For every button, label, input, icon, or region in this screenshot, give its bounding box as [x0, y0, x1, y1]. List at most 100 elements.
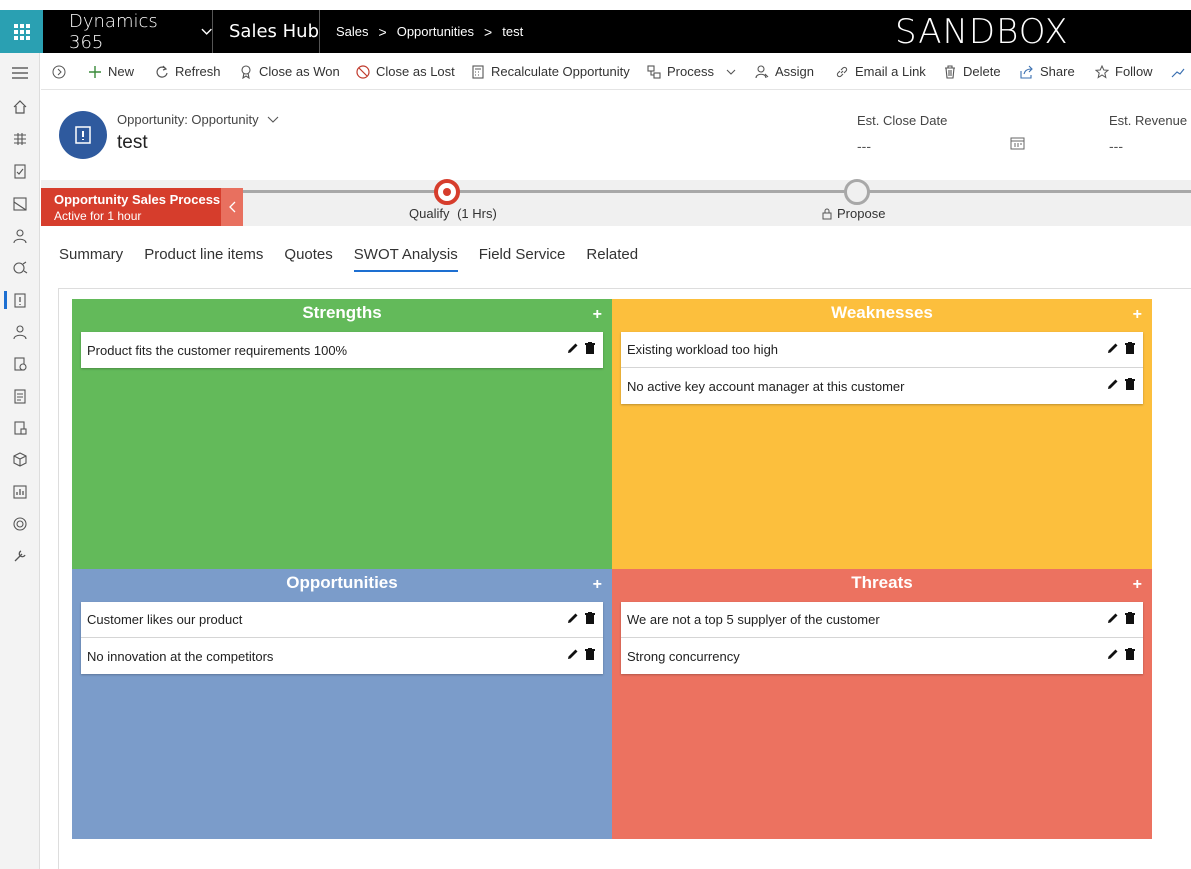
- new-button-label: New: [108, 64, 135, 79]
- email-a-link-button[interactable]: Email a Link: [835, 53, 926, 90]
- delete-icon[interactable]: [585, 648, 595, 660]
- edit-icon[interactable]: [1107, 342, 1119, 354]
- delete-icon[interactable]: [585, 342, 595, 354]
- delete-button[interactable]: Delete: [943, 53, 1001, 90]
- environment-label: SANDBOX: [895, 11, 1069, 52]
- tab-quotes[interactable]: Quotes: [284, 246, 332, 270]
- item-text: Existing workload too high: [627, 342, 779, 357]
- accounts-icon[interactable]: [10, 258, 30, 278]
- module-name[interactable]: Sales Hub: [214, 10, 320, 53]
- item-text: Product fits the customer requirements 1…: [87, 342, 348, 358]
- settings-icon[interactable]: [10, 546, 30, 566]
- process-flyout[interactable]: Opportunity Sales Process Active for 1 h…: [41, 188, 221, 226]
- delete-icon[interactable]: [585, 612, 595, 624]
- breadcrumb-item-sales[interactable]: Sales: [336, 24, 369, 39]
- overflow-flow-button[interactable]: [1171, 53, 1191, 90]
- follow-button[interactable]: Follow: [1095, 53, 1153, 90]
- close-as-lost-button[interactable]: Close as Lost: [356, 53, 455, 90]
- tab-related[interactable]: Related: [586, 246, 638, 270]
- calendar-icon[interactable]: [1010, 136, 1025, 150]
- process-button-label: Process: [667, 64, 714, 79]
- invoices-icon[interactable]: [10, 418, 30, 438]
- stage-qualify-marker[interactable]: [434, 179, 460, 205]
- app-launcher-button[interactable]: [0, 10, 43, 53]
- item-actions: [567, 612, 595, 624]
- chevron-left-icon: [229, 201, 236, 213]
- add-weakness-button[interactable]: +: [1133, 307, 1142, 323]
- chevron-down-icon: [726, 69, 736, 75]
- process-status: Active for 1 hour: [54, 209, 142, 223]
- item-actions: [567, 648, 595, 660]
- edit-icon[interactable]: [1107, 612, 1119, 624]
- edit-icon[interactable]: [1107, 378, 1119, 390]
- item-text: Customer likes our product: [87, 612, 243, 627]
- award-icon: [241, 64, 251, 79]
- delete-icon[interactable]: [1125, 342, 1135, 354]
- hamburger-menu-icon[interactable]: [10, 63, 30, 83]
- process-button[interactable]: Process: [647, 53, 742, 90]
- waffle-icon: [13, 23, 30, 40]
- tab-summary[interactable]: Summary: [59, 246, 123, 270]
- weaknesses-quadrant: Weaknesses + Existing workload too high …: [612, 299, 1152, 569]
- activities-icon[interactable]: [10, 161, 30, 181]
- edit-icon[interactable]: [1107, 648, 1119, 660]
- list-item: Product fits the customer requirements 1…: [81, 332, 603, 368]
- command-bar: New Refresh Close as Won Close as Lost R…: [41, 53, 1191, 90]
- tab-swot-analysis[interactable]: SWOT Analysis: [353, 246, 458, 272]
- process-collapse-button[interactable]: [221, 188, 243, 226]
- new-button[interactable]: New: [88, 53, 134, 90]
- edit-icon[interactable]: [567, 648, 579, 660]
- est-close-date-value[interactable]: ---: [857, 138, 871, 154]
- dashboards-icon[interactable]: [10, 194, 30, 214]
- threats-quadrant: Threats + We are not a top 5 supplyer of…: [612, 569, 1152, 839]
- block-icon: [356, 64, 370, 79]
- quotes-icon[interactable]: [10, 354, 30, 374]
- products-icon[interactable]: [10, 450, 30, 470]
- edit-icon[interactable]: [567, 342, 579, 354]
- list-item: Strong concurrency: [621, 638, 1143, 674]
- home-icon[interactable]: [10, 97, 30, 117]
- edit-icon[interactable]: [567, 612, 579, 624]
- link-icon: [836, 66, 848, 77]
- add-strength-button[interactable]: +: [593, 307, 602, 323]
- delete-icon[interactable]: [1125, 648, 1135, 660]
- share-button[interactable]: Share: [1020, 53, 1075, 90]
- strengths-list: Product fits the customer requirements 1…: [81, 332, 603, 368]
- add-opportunity-button[interactable]: +: [593, 577, 602, 593]
- stage-propose[interactable]: Propose: [822, 206, 885, 221]
- reports-icon[interactable]: [10, 482, 30, 502]
- item-text: We are not a top 5 supplyer of the custo…: [627, 612, 880, 627]
- quadrant-title: Weaknesses: [831, 303, 933, 322]
- contacts-icon[interactable]: [10, 226, 30, 246]
- item-actions: [1107, 342, 1135, 354]
- breadcrumb-item-record[interactable]: test: [502, 24, 523, 39]
- stage-propose-marker[interactable]: [844, 179, 870, 205]
- close-as-won-button[interactable]: Close as Won: [239, 53, 340, 90]
- refresh-button[interactable]: Refresh: [155, 53, 221, 90]
- delete-icon[interactable]: [1125, 378, 1135, 390]
- recalculate-opportunity-button[interactable]: Recalculate Opportunity: [471, 53, 630, 90]
- breadcrumb-item-opportunities[interactable]: Opportunities: [397, 24, 474, 39]
- tab-field-service[interactable]: Field Service: [479, 246, 566, 270]
- delete-icon[interactable]: [1125, 612, 1135, 624]
- refresh-button-label: Refresh: [175, 64, 221, 79]
- goals-icon[interactable]: [10, 514, 30, 534]
- est-revenue-value[interactable]: ---: [1109, 138, 1123, 154]
- business-process-bar: Opportunity Sales Process Active for 1 h…: [41, 179, 1191, 226]
- tab-product-line-items[interactable]: Product line items: [144, 246, 263, 270]
- opportunities-icon[interactable]: [4, 290, 30, 310]
- close-as-lost-button-label: Close as Lost: [376, 64, 455, 79]
- app-switcher[interactable]: Dynamics 365: [44, 10, 213, 53]
- flow-icon: [1171, 68, 1185, 77]
- item-text: Strong concurrency: [627, 648, 740, 664]
- stage-qualify[interactable]: Qualify (1 Hrs): [409, 206, 497, 221]
- leads-icon[interactable]: [10, 322, 30, 342]
- expand-button[interactable]: [52, 53, 72, 90]
- form-selector[interactable]: Opportunity: Opportunity: [117, 112, 279, 127]
- stage-qualify-duration: (1 Hrs): [457, 206, 497, 221]
- orders-icon[interactable]: [10, 386, 30, 406]
- add-threat-button[interactable]: +: [1133, 577, 1142, 593]
- pinned-icon[interactable]: [10, 129, 30, 149]
- quadrant-title: Threats: [851, 573, 913, 592]
- assign-button[interactable]: Assign: [755, 53, 814, 90]
